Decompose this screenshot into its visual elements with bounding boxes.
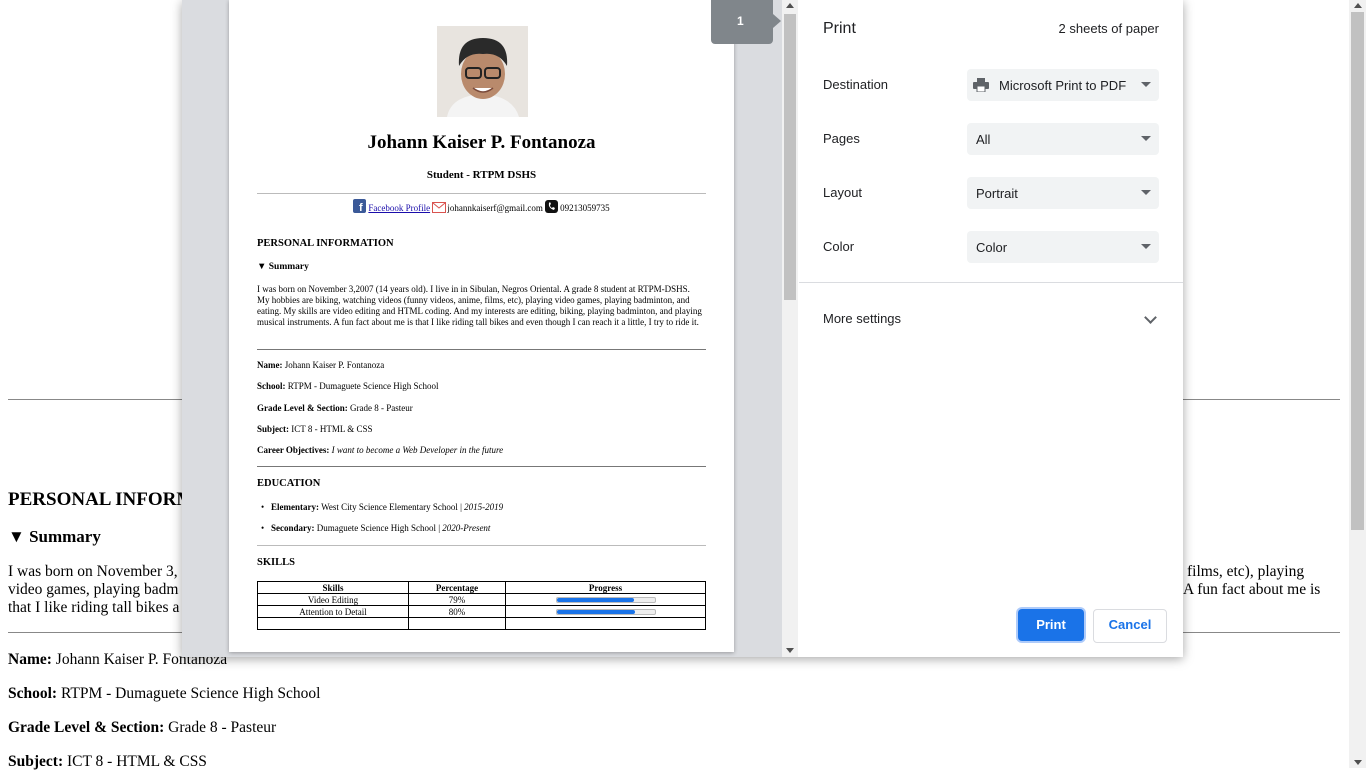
chevron-down-icon: [1141, 136, 1151, 141]
table-row: [257, 617, 706, 630]
chevron-down-icon: [1141, 190, 1151, 195]
preview-field-subject: Subject: ICT 8 - HTML & CSS: [257, 424, 373, 434]
education-item: Secondary: Dumaguete Science High School…: [261, 523, 490, 533]
divider: [257, 193, 706, 194]
printer-icon: [973, 78, 989, 93]
destination-label: Destination: [823, 77, 889, 92]
more-settings-toggle[interactable]: More settings: [823, 311, 901, 326]
preview-name: Johann Kaiser P. Fontanoza: [367, 132, 596, 153]
sheet-count: 2 sheets of paper: [1058, 21, 1159, 36]
table-header-row: Skills Percentage Progress: [257, 581, 706, 594]
mail-icon: [432, 201, 447, 215]
percent-cell: 80%: [408, 605, 506, 618]
phone-text: 09213059735: [560, 203, 610, 213]
preview-field-grade: Grade Level & Section: Grade 8 - Pasteur: [257, 403, 413, 413]
destination-select[interactable]: Microsoft Print to PDF: [967, 69, 1159, 101]
print-title: Print: [823, 20, 856, 37]
layout-value: Portrait: [976, 186, 1018, 201]
scroll-thumb[interactable]: [1351, 12, 1364, 530]
scroll-thumb[interactable]: [784, 14, 796, 300]
cancel-button[interactable]: Cancel: [1093, 609, 1167, 643]
preview-field-name: Name: Johann Kaiser P. Fontanoza: [257, 360, 385, 370]
table-row: Video Editing 79%: [257, 593, 706, 606]
table-header: Skills: [257, 581, 409, 594]
print-settings-panel: Print 2 sheets of paper Destination Micr…: [799, 0, 1183, 657]
summary-line: video games, playing badm: [8, 581, 179, 598]
destination-value: Microsoft Print to PDF: [999, 78, 1127, 93]
color-select[interactable]: Color: [967, 231, 1159, 263]
preview-field-school: School: RTPM - Dumaguete Science High Sc…: [257, 381, 439, 391]
profile-photo: [437, 26, 528, 117]
scroll-down-icon[interactable]: [1354, 760, 1362, 765]
svg-text:f: f: [359, 202, 363, 213]
field-grade: Grade Level & Section: Grade 8 - Pasteur: [8, 719, 277, 736]
summary-line: films, etc), playing: [1187, 563, 1305, 580]
percent-cell: 79%: [408, 593, 506, 606]
facebook-icon: f: [353, 199, 367, 214]
scroll-up-icon[interactable]: [786, 3, 794, 8]
field-school: School: RTPM - Dumaguete Science High Sc…: [8, 685, 321, 702]
color-value: Color: [976, 240, 1008, 255]
scroll-up-icon[interactable]: [1354, 3, 1362, 8]
summary-line: A fun fact about me is: [1183, 581, 1321, 598]
preview-scrollbar[interactable]: [782, 0, 798, 657]
progress-cell: [505, 593, 706, 606]
pages-value: All: [976, 132, 991, 147]
color-label: Color: [823, 239, 855, 254]
chevron-down-icon: [1141, 82, 1151, 87]
preview-role: Student - RTPM DSHS: [426, 169, 537, 181]
page-number-badge: 1: [711, 0, 781, 44]
education-item: Elementary: West City Science Elementary…: [261, 502, 503, 512]
preview-field-career: Career Objectives: I want to become a We…: [257, 445, 504, 455]
divider: [257, 466, 706, 467]
contact-row: f Facebook Profile johannkaiserf@gmail.co…: [229, 199, 734, 215]
layout-label: Layout: [823, 185, 863, 200]
table-header: Percentage: [408, 581, 506, 594]
print-dialog: Johann Kaiser P. Fontanoza Student - RTP…: [182, 0, 1183, 657]
skill-cell: Video Editing: [257, 593, 409, 606]
chevron-down-icon[interactable]: [1144, 311, 1157, 324]
progress-bar: [555, 609, 656, 616]
progress-bar: [555, 597, 656, 604]
print-preview-area: Johann Kaiser P. Fontanoza Student - RTP…: [182, 0, 782, 657]
facebook-link[interactable]: Facebook Profile: [368, 203, 430, 213]
progress-cell: [505, 605, 706, 618]
summary-toggle[interactable]: ▼ Summary: [8, 527, 101, 547]
skills-heading: SKILLS: [257, 557, 295, 568]
email-text: johannkaiserf@gmail.com: [447, 203, 543, 213]
print-button[interactable]: Print: [1018, 609, 1084, 641]
summary-line: I was born on November 3,: [8, 563, 178, 580]
layout-select[interactable]: Portrait: [967, 177, 1159, 209]
field-subject: Subject: ICT 8 - HTML & CSS: [8, 753, 207, 770]
summary-label: ▼ Summary: [257, 262, 309, 272]
divider: [257, 349, 706, 350]
table-header: Progress: [505, 581, 706, 594]
table-row: Attention to Detail 80%: [257, 605, 706, 618]
scroll-down-icon[interactable]: [786, 648, 794, 653]
divider: [799, 282, 1183, 283]
pages-label: Pages: [823, 131, 860, 146]
summary-text: I was born on November 3,2007 (14 years …: [257, 284, 702, 327]
divider: [257, 545, 706, 546]
page-scrollbar[interactable]: [1349, 0, 1366, 768]
phone-icon: [545, 200, 559, 214]
skill-cell: Attention to Detail: [257, 605, 409, 618]
summary-line: that I like riding tall bikes a: [8, 599, 180, 616]
personal-heading: PERSONAL INFORMATION: [257, 238, 394, 249]
chevron-down-icon: [1141, 244, 1151, 249]
preview-page: Johann Kaiser P. Fontanoza Student - RTP…: [229, 0, 734, 652]
education-heading: EDUCATION: [257, 478, 321, 489]
skills-table: Skills Percentage Progress Video Editing…: [257, 581, 706, 630]
pages-select[interactable]: All: [967, 123, 1159, 155]
